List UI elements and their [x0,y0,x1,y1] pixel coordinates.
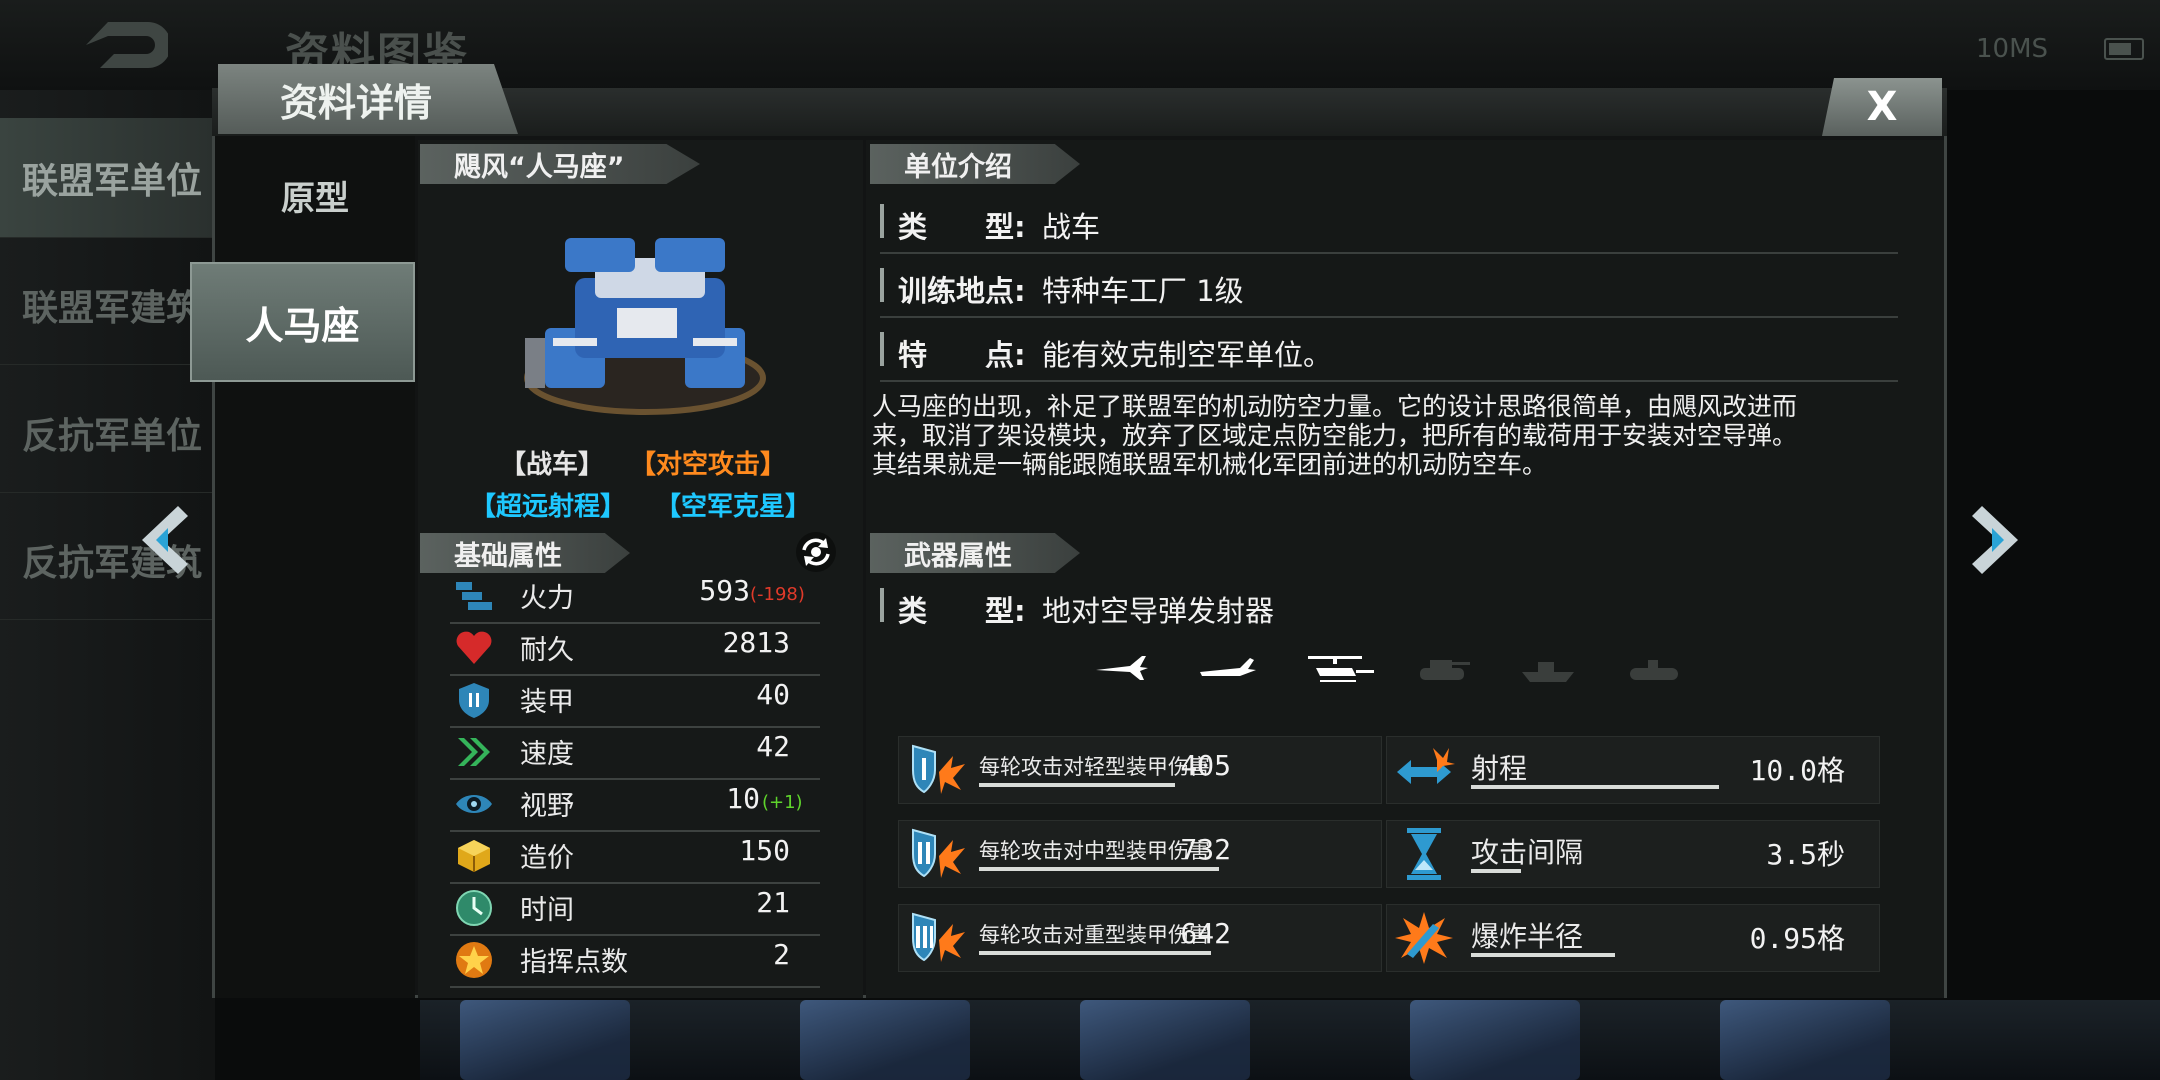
nav-item-alliance-units[interactable]: 联盟军单位 [0,118,215,238]
weapon-stat-heavy-armor-damage: 每轮攻击对重型装甲伤害 642 [898,904,1382,972]
speed-chevrons-icon [458,738,490,766]
eye-icon [456,795,492,813]
ship-icon [1522,662,1574,682]
stat-row-command-points: 指挥点数 2 [450,934,820,988]
stat-row-durability: 耐久 2813 [450,622,820,676]
weapon-type-row: 类 型: 地对空导弹发射器 [880,578,1898,636]
command-star-icon [456,942,492,978]
stat-row-time: 时间 21 [450,882,820,936]
weapon-stat-blast-radius: 爆炸半径 0.95格 [1386,904,1880,972]
fighter-jet-icon [1096,656,1148,680]
weapon-stats-header: 武器属性 [870,533,1080,573]
stat-row-speed: 速度 42 [450,726,820,780]
info-row-type: 类 型: 战车 [880,194,1898,254]
unit-thumbnail[interactable] [800,1000,970,1080]
heavy-armor-icon [912,912,965,962]
unit-tag-air-counter: 【空军克星】 [655,492,812,522]
weapon-stat-attack-interval: 攻击间隔 3.5秒 [1386,820,1880,888]
firepower-icon [456,582,492,610]
stat-modifier: (+1) [762,792,803,813]
target-type-icons [1096,656,1678,682]
next-arrow-icon[interactable] [1962,500,2032,580]
range-arrows-icon [1397,748,1455,784]
battery-icon [2104,38,2144,60]
heart-icon [456,631,492,664]
cost-cube-icon [458,840,490,872]
close-button[interactable]: X [1822,78,1942,136]
weapon-stat-range: 射程 10.0格 [1386,736,1880,804]
stat-modifier: (-198) [750,584,805,605]
tab-centaur[interactable]: 人马座 [190,262,415,382]
stat-row-cost: 造价 150 [450,830,820,884]
panel-title: 资料详情 [280,81,433,125]
submarine-icon [1630,660,1678,680]
helicopter-icon [1308,656,1374,682]
info-row-training: 训练地点: 特种车工厂 1级 [880,258,1898,318]
unit-portrait [524,238,766,415]
armor-shield-icon [459,683,489,718]
unit-tag-anti-air: 【对空攻击】 [630,450,787,480]
previous-arrow-icon[interactable] [128,500,198,580]
unit-thumbnail[interactable] [1410,1000,1580,1080]
unit-intro-header: 单位介绍 [870,144,1080,184]
stat-row-vision: 视野 10 (+1) [450,778,820,832]
tab-prototype[interactable]: 原型 [215,150,415,240]
unit-description: 人马座的出现，补足了联盟军的机动防空力量。它的设计思路很简单，由飓风改进而 来，… [872,392,1798,479]
unit-tag-vehicle: 【战车】 [500,450,605,480]
clock-icon [456,890,492,926]
unit-thumbnail[interactable] [460,1000,630,1080]
tank-icon [1420,660,1470,680]
unit-thumbnail[interactable] [1720,1000,1890,1080]
unit-thumbnail[interactable] [1080,1000,1250,1080]
nav-item-alliance-buildings[interactable]: 联盟军建筑 [0,245,215,365]
weapon-stat-light-armor-damage: 每轮攻击对轻型装甲伤害 405 [898,736,1382,804]
back-icon[interactable] [78,14,168,76]
unit-thumbnail-strip [420,1000,2160,1080]
light-armor-icon [912,744,965,794]
explosion-icon [1395,912,1453,964]
bomber-plane-icon [1200,658,1256,676]
base-stats-header: 基础属性 [420,533,630,573]
info-row-feature: 特 点: 能有效克制空军单位。 [880,322,1898,382]
stat-row-firepower: 火力 593 (-198) [450,570,820,624]
stat-row-armor: 装甲 40 [450,674,820,728]
weapon-stat-medium-armor-damage: 每轮攻击对中型装甲伤害 732 [898,820,1382,888]
network-status: 10MS [1976,34,2049,64]
hourglass-icon [1407,828,1441,880]
unit-tag-long-range: 【超远射程】 [470,492,627,522]
unit-name-header: 飓风“人马座” [420,144,700,184]
refresh-icon[interactable] [794,530,838,574]
nav-item-rebel-units[interactable]: 反抗军单位 [0,373,215,493]
medium-armor-icon [912,828,965,878]
